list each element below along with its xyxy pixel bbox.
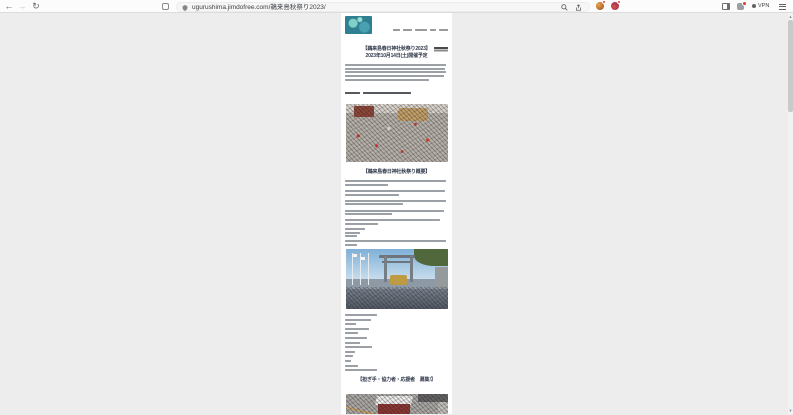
intro-bold-line [345, 83, 448, 101]
forward-icon[interactable]: → [17, 0, 27, 13]
url-text[interactable]: ugurushima.jimdofree.com/鵜来島秋祭り2023/ [192, 3, 326, 12]
mikoshi-shape [390, 275, 407, 285]
notifications-icon[interactable] [737, 3, 744, 10]
content-column: 【鵜来島春日神社秋祭り2023】 2023年10月14日(土)開催予定 【鵜来島… [341, 13, 452, 414]
schedule-note [345, 240, 448, 246]
site-logo[interactable] [345, 16, 372, 34]
overview-heading: 【鵜来島春日神社秋祭り概要】 [345, 169, 448, 176]
back-icon[interactable]: ← [4, 0, 14, 13]
notification-badge [742, 1, 747, 6]
torii-mikoshi-photo [346, 249, 448, 309]
page-viewport: 【鵜来島春日神社秋祭り2023】 2023年10月14日(土)開催予定 【鵜来島… [0, 13, 793, 414]
site-header [345, 16, 448, 37]
address-bar[interactable]: ugurushima.jimdofree.com/鵜来島秋祭り2023/ [176, 2, 590, 12]
schedule-short-lines [345, 228, 448, 237]
overview-paragraphs [345, 180, 448, 225]
extension-icon-1[interactable] [596, 2, 604, 10]
participants-list [345, 314, 448, 371]
vpn-status-dot-icon [752, 4, 756, 8]
browser-toolbar: ← → ↻ ugurushima.jimdofree.com/鵜来島秋祭り202… [0, 0, 793, 13]
notification-badge [617, 0, 621, 4]
share-icon[interactable] [575, 4, 582, 11]
intro-paragraph [345, 64, 448, 81]
festival-crowd-photo [346, 104, 448, 162]
extension-icon-2[interactable] [611, 2, 619, 10]
browser-menu-icon[interactable] [779, 4, 786, 11]
scroll-down-icon[interactable]: ▼ [788, 407, 793, 414]
reload-icon[interactable]: ↻ [31, 0, 41, 13]
notification-badge [602, 0, 606, 4]
search-icon[interactable] [561, 4, 568, 11]
sidebar-panel-icon[interactable] [722, 3, 730, 10]
recruiting-heading: 【担ぎ手・協力者・応援者 募集!】 [345, 377, 448, 384]
scrollbar[interactable]: ▲ ▼ [788, 13, 793, 414]
vpn-indicator[interactable]: VPN [752, 0, 769, 13]
scrollbar-thumb[interactable] [788, 20, 793, 112]
main-nav[interactable] [376, 22, 448, 58]
scroll-up-icon[interactable]: ▲ [788, 13, 793, 20]
site-security-shield-icon[interactable] [182, 5, 188, 11]
tabs-panel-icon[interactable] [162, 3, 169, 10]
mikoshi-overhead-photo [346, 394, 448, 414]
